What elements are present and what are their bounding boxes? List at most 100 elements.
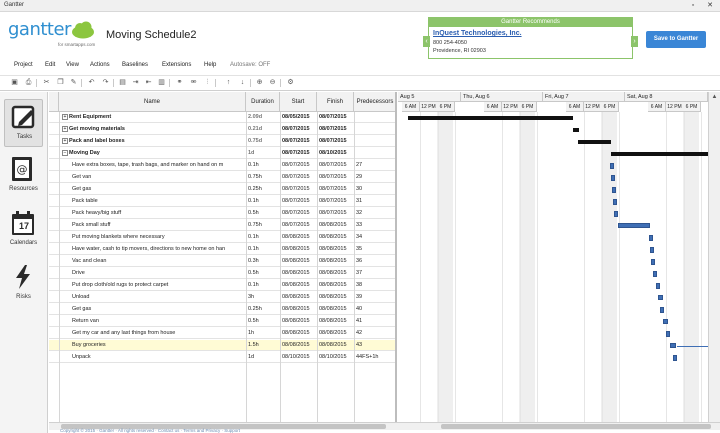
summary-bar[interactable] bbox=[578, 140, 611, 144]
cell-finish[interactable]: 08/08/2015 bbox=[319, 304, 354, 315]
cell-start[interactable]: 08/08/2015 bbox=[282, 244, 317, 255]
project-title[interactable]: Moving Schedule2 bbox=[106, 29, 197, 41]
task-bar[interactable] bbox=[660, 307, 664, 313]
move-down-icon[interactable]: ↓ bbox=[238, 78, 247, 88]
column-header-name[interactable]: Name bbox=[59, 92, 246, 112]
cell-pred[interactable]: 41 bbox=[356, 316, 395, 327]
cell-duration[interactable]: 0.3h bbox=[248, 256, 279, 267]
cell-start[interactable]: 08/08/2015 bbox=[282, 256, 317, 267]
task-bar[interactable] bbox=[670, 343, 676, 348]
cell-name[interactable]: Get gas bbox=[62, 184, 245, 195]
cell-name[interactable]: + Get moving materials bbox=[62, 124, 245, 135]
cell-name[interactable]: Unload bbox=[62, 292, 245, 303]
cell-finish[interactable]: 08/10/2015 bbox=[319, 148, 354, 159]
chart-scroll-thumb[interactable] bbox=[441, 424, 711, 429]
cell-pred[interactable]: 31 bbox=[356, 196, 395, 207]
cell-name[interactable]: Get gas bbox=[62, 304, 245, 315]
task-row[interactable]: Get gas 0.25h 08/08/2015 08/08/2015 40 bbox=[49, 304, 395, 315]
outdent-icon[interactable]: ⇤ bbox=[144, 78, 153, 88]
delete-task-icon[interactable]: ▥ bbox=[157, 78, 166, 88]
cell-pred[interactable]: 34 bbox=[356, 232, 395, 243]
summary-task-row[interactable]: + Pack and label boxes 0.75d 08/07/2015 08/0… bbox=[49, 136, 395, 147]
cell-start[interactable]: 08/08/2015 bbox=[282, 304, 317, 315]
cell-duration[interactable]: 3h bbox=[248, 292, 279, 303]
task-bar[interactable] bbox=[673, 355, 677, 361]
cell-name[interactable]: Vac and clean bbox=[62, 256, 245, 267]
cell-duration[interactable]: 0.25h bbox=[248, 304, 279, 315]
cell-finish[interactable]: 08/08/2015 bbox=[319, 280, 354, 291]
cell-finish[interactable]: 08/08/2015 bbox=[319, 316, 354, 327]
task-bar[interactable] bbox=[649, 235, 653, 241]
link-icon[interactable]: ⚭ bbox=[175, 78, 184, 88]
cell-name[interactable]: + Rent Equipment bbox=[62, 112, 245, 123]
cell-name[interactable]: Unpack bbox=[62, 352, 245, 363]
expand-icon[interactable]: + bbox=[62, 125, 68, 132]
task-row[interactable]: Buy groceries 1.5h 08/08/2015 08/08/2015 43 bbox=[49, 340, 395, 351]
task-bar[interactable] bbox=[658, 295, 663, 300]
menu-edit[interactable]: Edit bbox=[45, 62, 55, 68]
zoom-out-icon[interactable]: ⊖ bbox=[268, 78, 277, 88]
task-bar[interactable] bbox=[650, 247, 654, 253]
task-bar[interactable] bbox=[666, 331, 670, 337]
cell-start[interactable]: 08/07/2015 bbox=[282, 220, 317, 231]
cell-duration[interactable]: 0.5h bbox=[248, 316, 279, 327]
gantter-logo[interactable]: gantter for smartapps.com bbox=[8, 19, 100, 57]
cell-duration[interactable]: 2.09d bbox=[248, 112, 279, 123]
cell-duration[interactable]: 0.75d bbox=[248, 136, 279, 147]
cell-name[interactable]: Have extra boxes, tape, trash bags, and … bbox=[62, 160, 245, 171]
cell-name[interactable]: Return van bbox=[62, 316, 245, 327]
cell-pred[interactable]: 29 bbox=[356, 172, 395, 183]
collapse-icon[interactable]: − bbox=[62, 149, 68, 156]
column-header-duration[interactable]: Duration bbox=[246, 92, 280, 112]
paste-icon[interactable]: ✎ bbox=[69, 78, 78, 88]
cell-name[interactable]: Put drop cloth/old rugs to protect carpe… bbox=[62, 280, 245, 291]
task-row[interactable]: Put drop cloth/old rugs to protect carpe… bbox=[49, 280, 395, 291]
cell-finish[interactable]: 08/08/2015 bbox=[319, 256, 354, 267]
cell-name[interactable]: Buy groceries bbox=[62, 340, 245, 351]
cell-name[interactable]: Pack heavy/big stuff bbox=[62, 208, 245, 219]
cell-pred[interactable] bbox=[356, 136, 395, 147]
move-up-icon[interactable]: ↑ bbox=[224, 78, 233, 88]
cell-duration[interactable]: 0.75h bbox=[248, 220, 279, 231]
menu-baselines[interactable]: Baselines bbox=[122, 62, 148, 68]
cut-icon[interactable]: ✂ bbox=[42, 78, 51, 88]
cell-finish[interactable]: 08/07/2015 bbox=[319, 160, 354, 171]
cell-name[interactable]: Drive bbox=[62, 268, 245, 279]
split-icon[interactable]: ⫶ bbox=[203, 78, 212, 88]
undo-icon[interactable]: ↶ bbox=[87, 78, 96, 88]
cell-name[interactable]: Get my car and any last things from hous… bbox=[62, 328, 245, 339]
cell-name[interactable]: Get van bbox=[62, 172, 245, 183]
autosave-status[interactable]: Autosave: OFF bbox=[230, 62, 270, 68]
task-row[interactable]: Have extra boxes, tape, trash bags, and … bbox=[49, 160, 395, 171]
ad-company-link[interactable]: InQuest Technologies, Inc. bbox=[433, 30, 522, 37]
cell-finish[interactable]: 08/07/2015 bbox=[319, 136, 354, 147]
ad-prev-button[interactable]: ‹ bbox=[423, 36, 430, 47]
zoom-in-icon[interactable]: ⊕ bbox=[255, 78, 264, 88]
cell-duration[interactable]: 0.1h bbox=[248, 160, 279, 171]
sidebar-item-resources[interactable]: @ Resources bbox=[4, 152, 43, 200]
cell-start[interactable]: 08/08/2015 bbox=[282, 268, 317, 279]
summary-task-row[interactable]: + Get moving materials 0.21d 08/07/2015 08/0… bbox=[49, 124, 395, 135]
task-bar[interactable] bbox=[612, 187, 616, 193]
expand-icon[interactable]: + bbox=[62, 113, 68, 120]
cell-start[interactable]: 08/08/2015 bbox=[282, 316, 317, 327]
cell-duration[interactable]: 0.5h bbox=[248, 268, 279, 279]
task-row[interactable]: Drive 0.5h 08/08/2015 08/08/2015 37 bbox=[49, 268, 395, 279]
task-row[interactable]: Unpack 1d 08/10/2015 08/10/2015 44FS+1h bbox=[49, 352, 395, 363]
cell-pred[interactable]: 40 bbox=[356, 304, 395, 315]
indent-icon[interactable]: ⇥ bbox=[131, 78, 140, 88]
cell-duration[interactable]: 0.25h bbox=[248, 184, 279, 195]
menu-help[interactable]: Help bbox=[204, 62, 216, 68]
cell-duration[interactable]: 0.5h bbox=[248, 208, 279, 219]
cell-start[interactable]: 08/08/2015 bbox=[282, 328, 317, 339]
cell-duration[interactable]: 1.5h bbox=[248, 340, 279, 351]
cell-name[interactable]: Put moving blankets where necessary bbox=[62, 232, 245, 243]
task-row[interactable]: Pack table 0.1h 08/07/2015 08/07/2015 31 bbox=[49, 196, 395, 207]
cell-pred[interactable] bbox=[356, 124, 395, 135]
cell-name[interactable]: Pack small stuff bbox=[62, 220, 245, 231]
cell-name[interactable]: Pack table bbox=[62, 196, 245, 207]
task-row[interactable]: Pack small stuff 0.75h 08/07/2015 08/08/201… bbox=[49, 220, 395, 231]
cell-finish[interactable]: 08/08/2015 bbox=[319, 244, 354, 255]
menu-actions[interactable]: Actions bbox=[90, 62, 110, 68]
cell-duration[interactable]: 0.1h bbox=[248, 280, 279, 291]
